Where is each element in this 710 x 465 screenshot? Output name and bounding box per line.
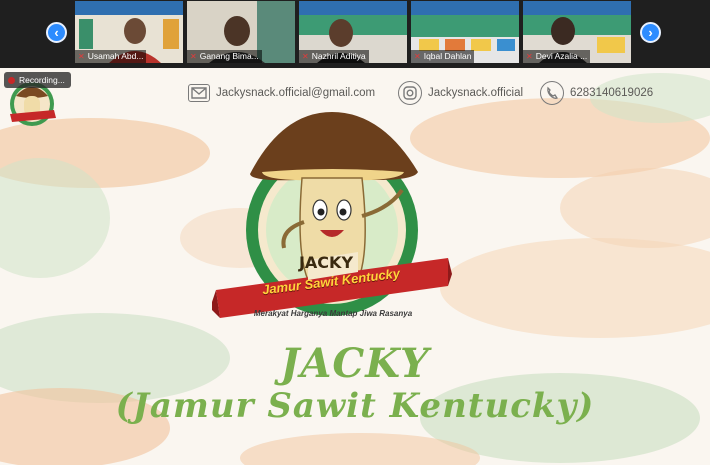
participant-strip: ‹ ✕ Usamah Abd... ✕ Ganang Bima... ✕ Naz… xyxy=(0,0,710,68)
participant-name: Iqbal Dahlan xyxy=(423,51,472,61)
mic-muted-icon: ✕ xyxy=(414,52,421,61)
participant-tile[interactable]: ✕ Usamah Abd... xyxy=(75,1,183,63)
recording-indicator: Recording... xyxy=(4,72,71,88)
phone-number: 6283140619026 xyxy=(570,87,654,99)
instagram-handle: Jackysnack.official xyxy=(428,87,524,99)
participant-tile[interactable]: ✕ Devi Azalia ... xyxy=(523,1,631,63)
email-text: Jackysnack.official@gmail.com xyxy=(216,87,376,99)
chevron-right-icon: › xyxy=(648,25,653,40)
previous-page-button[interactable]: ‹ xyxy=(46,22,67,43)
next-page-button[interactable]: › xyxy=(640,22,661,43)
participant-name: Ganang Bima... xyxy=(199,51,259,61)
mic-muted-icon: ✕ xyxy=(190,52,197,61)
mic-muted-icon: ✕ xyxy=(526,52,533,61)
participant-tile[interactable]: ✕ Iqbal Dahlan xyxy=(411,1,519,63)
contact-phone: 6283140619026 xyxy=(540,81,653,105)
contact-instagram: Jackysnack.official xyxy=(398,81,523,105)
participant-tile[interactable]: ✕ Ganang Bima... xyxy=(187,1,295,63)
participant-name: Devi Azalia ... xyxy=(535,51,588,61)
mic-muted-icon: ✕ xyxy=(78,52,85,61)
phone-icon xyxy=(540,81,564,105)
instagram-icon xyxy=(398,81,422,105)
recording-label: Recording... xyxy=(19,75,65,85)
slide-title: JACKY xyxy=(280,340,430,387)
meeting-window: ‹ ✕ Usamah Abd... ✕ Ganang Bima... ✕ Naz… xyxy=(0,0,710,465)
mic-muted-icon: ✕ xyxy=(302,52,309,61)
participant-tile[interactable]: ✕ Nazhril Aditiya xyxy=(299,1,407,63)
email-icon xyxy=(188,84,210,102)
recording-dot-icon xyxy=(8,77,15,84)
contact-email: Jackysnack.official@gmail.com xyxy=(188,81,375,105)
chevron-left-icon: ‹ xyxy=(54,25,59,40)
logo-tagline: Merakyat Harganya Mantap Jiwa Rasanya xyxy=(253,309,413,318)
slide-subtitle: (Jamur Sawit Kentucky) xyxy=(115,386,595,426)
logo-brand-name: JACKY xyxy=(298,253,354,272)
participant-name: Nazhril Aditiya xyxy=(311,51,366,61)
shared-slide: Recording... Jackysnack.official@gmail.c… xyxy=(0,68,710,465)
participant-name: Usamah Abd... xyxy=(87,51,144,61)
